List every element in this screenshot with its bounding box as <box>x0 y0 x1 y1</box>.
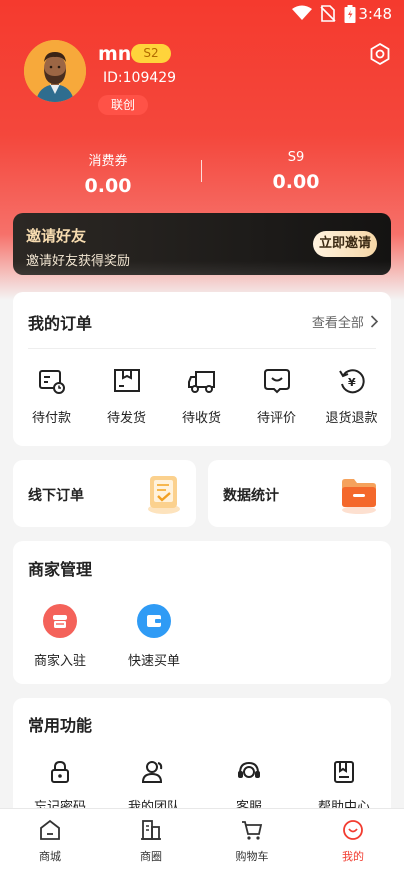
merchant-join-button[interactable] <box>43 604 77 638</box>
wifi-icon <box>292 5 312 20</box>
tab-mine[interactable]: 我的 <box>313 819 393 864</box>
forgot-password-item[interactable]: 忘记密码 <box>18 760 102 815</box>
order-pending-payment[interactable]: 待付款 <box>14 367 89 426</box>
s9-stat[interactable]: S9 0.00 <box>216 150 376 193</box>
status-time: 3:48 <box>358 5 392 23</box>
data-stats-label: 数据统计 <box>223 488 279 504</box>
quick-pay-button[interactable] <box>137 604 171 638</box>
no-sim-icon <box>320 5 336 22</box>
merchant-join-label: 商家入驻 <box>33 654 86 669</box>
s9-stat-value: 0.00 <box>272 171 320 193</box>
orders-title: 我的订单 <box>28 314 93 333</box>
battery-icon <box>344 5 356 23</box>
level-badge: S2 <box>131 44 171 63</box>
merchant-title: 商家管理 <box>28 560 93 579</box>
tab-mall[interactable]: 商城 <box>10 819 90 864</box>
tab-cart[interactable]: 购物车 <box>212 819 292 864</box>
user-id: ID:109429 <box>103 70 177 86</box>
help-center-item[interactable]: 帮助中心 <box>302 760 386 815</box>
order-pending-shipment-label: 待发货 <box>106 411 146 426</box>
tab-mall-label: 商城 <box>39 850 61 863</box>
chevron-right-icon <box>370 315 379 328</box>
invite-now-button[interactable]: 立即邀请 <box>313 231 377 257</box>
status-bar: 3:48 <box>0 0 404 28</box>
see-all-orders-link[interactable]: 查看全部 <box>312 312 379 331</box>
order-pending-receipt[interactable]: 待收货 <box>164 367 239 426</box>
truck-icon <box>187 371 215 393</box>
data-folder-icon <box>342 479 376 514</box>
coupon-stat-value: 0.00 <box>84 175 132 197</box>
review-icon <box>263 369 290 394</box>
order-pending-review[interactable]: 待评价 <box>239 367 314 426</box>
offline-orders-label: 线下订单 <box>28 488 84 504</box>
username: mn <box>98 43 132 65</box>
cart-icon <box>242 821 263 840</box>
coupon-stat[interactable]: 消费券 0.00 <box>28 150 188 197</box>
orders-divider <box>28 348 376 349</box>
tab-cart-label: 购物车 <box>235 850 269 863</box>
order-pending-shipment[interactable]: 待发货 <box>89 367 164 426</box>
role-tag: 联创 <box>98 95 148 115</box>
payment-pending-icon <box>38 370 65 394</box>
refund-icon: ¥ <box>338 369 365 394</box>
svg-text:¥: ¥ <box>348 376 356 389</box>
s9-stat-label: S9 <box>287 150 305 165</box>
merchant-card: 商家管理 商家入驻 快速买单 <box>13 541 391 684</box>
order-pending-review-label: 待评价 <box>256 411 296 426</box>
tab-mine-label: 我的 <box>342 850 364 863</box>
see-all-label: 查看全部 <box>311 316 364 331</box>
settings-gear-icon[interactable] <box>368 42 392 66</box>
invite-title: 邀请好友 <box>26 227 87 245</box>
common-title: 常用功能 <box>28 716 93 735</box>
order-refund[interactable]: ¥ 退货退款 <box>314 367 389 426</box>
tab-business-circle[interactable]: 商圈 <box>111 819 191 864</box>
my-team-item[interactable]: 我的团队 <box>112 760 196 815</box>
avatar[interactable] <box>24 40 86 102</box>
orders-card: 我的订单 查看全部 待付款 待发货 待收货 待评价 ¥ 退货退款 <box>13 292 391 446</box>
home-icon <box>40 819 60 840</box>
invite-banner[interactable]: 邀请好友 邀请好友获得奖励 立即邀请 <box>13 213 391 275</box>
order-pending-payment-label: 待付款 <box>31 411 71 426</box>
profile-smile-icon <box>343 820 363 840</box>
offline-order-icon <box>148 476 180 514</box>
quick-pay-label: 快速买单 <box>127 654 180 669</box>
data-stats-card[interactable]: 数据统计 <box>208 460 391 527</box>
bottom-tab-bar: 商城 商圈 购物车 我的 <box>0 808 404 875</box>
team-icon <box>141 761 163 783</box>
customer-service-item[interactable]: 客服 <box>207 760 291 815</box>
tab-business-circle-label: 商圈 <box>140 850 162 863</box>
offline-orders-card[interactable]: 线下订单 <box>13 460 196 527</box>
lock-icon <box>51 760 69 783</box>
order-pending-receipt-label: 待收货 <box>181 411 221 426</box>
shop-icon <box>53 615 67 628</box>
avatar-illustration <box>24 40 86 102</box>
package-icon <box>113 369 140 392</box>
buildings-icon <box>141 820 161 840</box>
wallet-icon <box>147 615 161 627</box>
invite-subtitle: 邀请好友获得奖励 <box>26 254 131 269</box>
coupon-stat-label: 消费券 <box>88 154 128 169</box>
headset-icon <box>238 761 260 778</box>
order-refund-label: 退货退款 <box>325 411 378 426</box>
stat-divider <box>201 160 202 182</box>
book-icon <box>334 761 354 783</box>
